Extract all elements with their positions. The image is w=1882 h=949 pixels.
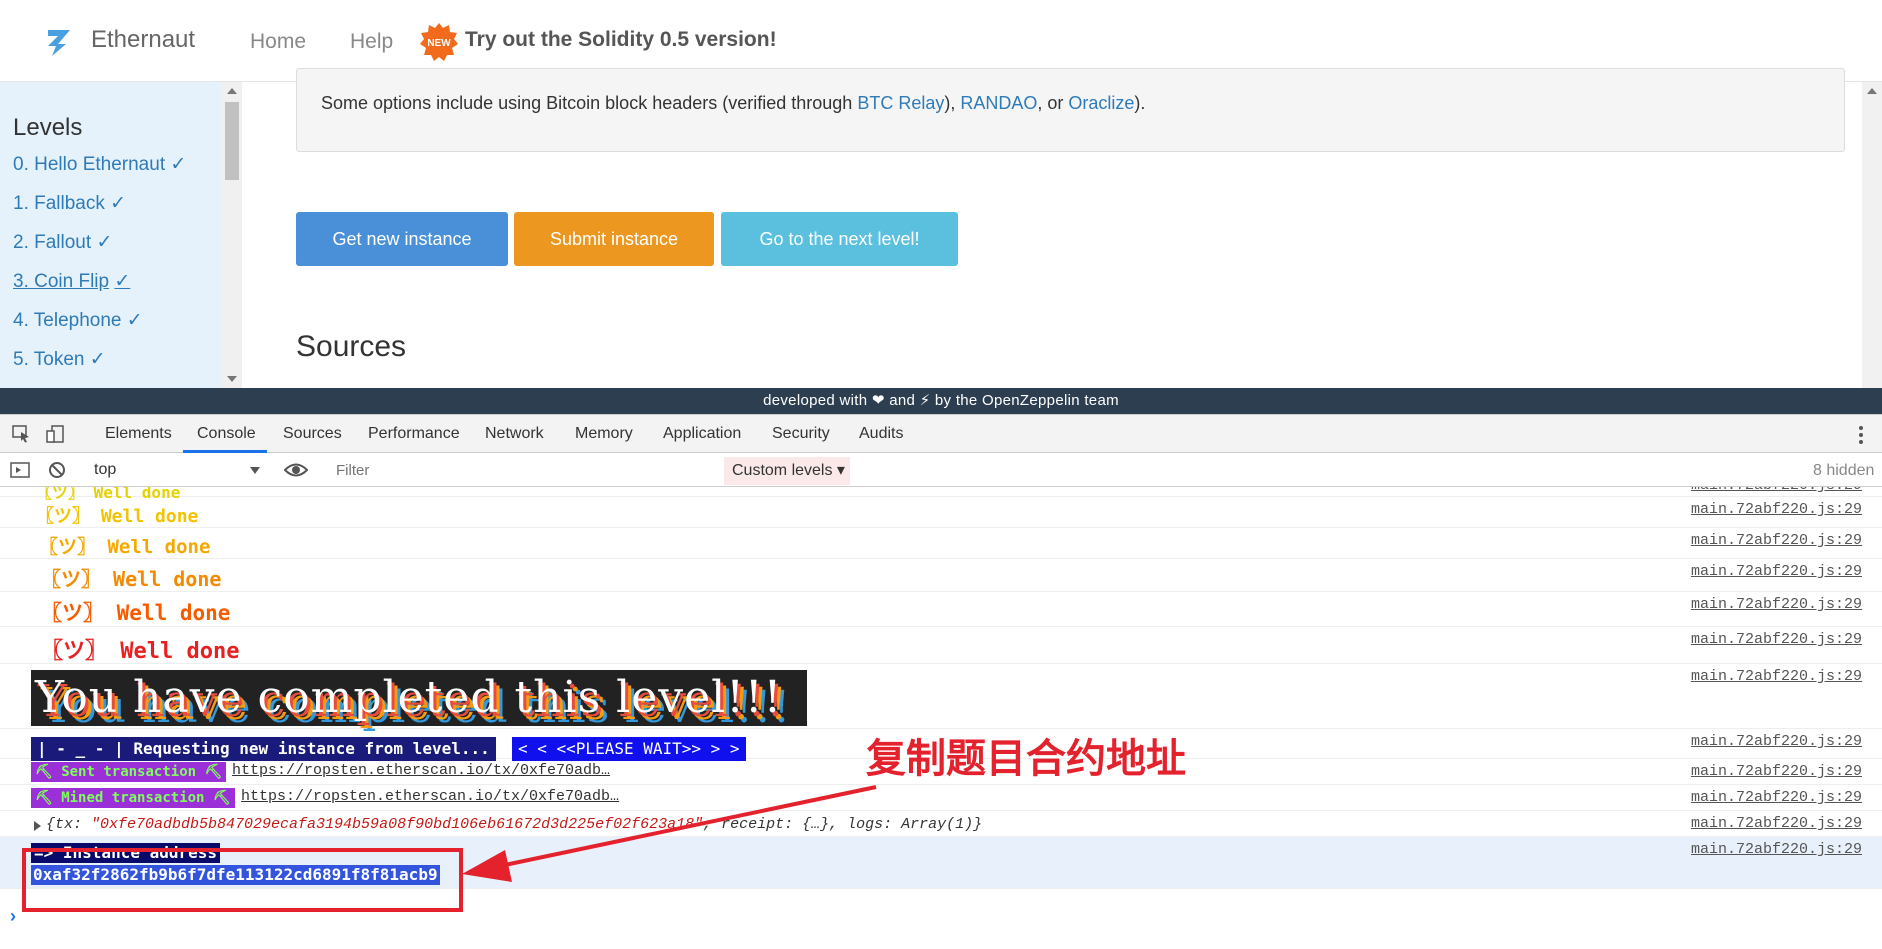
tab-memory[interactable]: Memory <box>575 425 633 443</box>
annotation-highlight-box <box>22 848 463 912</box>
tab-elements[interactable]: Elements <box>105 425 172 443</box>
new-badge-text: NEW <box>427 38 451 49</box>
sidebar-toggle-icon[interactable] <box>10 461 30 479</box>
inspect-element-icon[interactable] <box>12 425 32 443</box>
sources-heading: Sources <box>296 330 407 363</box>
zeppelin-logo-icon[interactable] <box>36 18 84 66</box>
level-item[interactable]: 4. Telephone ✓ <box>13 308 186 347</box>
next-level-button[interactable]: Go to the next level! <box>721 212 958 266</box>
tab-audits[interactable]: Audits <box>859 425 903 443</box>
level-item[interactable]: 1. Fallback ✓ <box>13 191 186 230</box>
scroll-up-arrow-icon[interactable] <box>227 88 237 94</box>
level-item-active[interactable]: 3. Coin Flip ✓ <box>13 269 186 308</box>
source-link[interactable]: main.72abf220.js:29 <box>1691 733 1862 750</box>
oraclize-link[interactable]: Oraclize <box>1068 93 1134 113</box>
scrollbar-thumb[interactable] <box>225 102 239 180</box>
lightning-icon: ⚡ <box>919 392 931 409</box>
footer-text: developed with <box>763 392 868 409</box>
footer-bar: developed with ❤ and ⚡ by the OpenZeppel… <box>0 388 1882 414</box>
new-badge-icon: NEW <box>420 23 458 61</box>
nav-help-link[interactable]: Help <box>350 30 393 54</box>
tx-result-object[interactable]: {tx: "0xfe70adbdb5b847029ecafa3194b59a08… <box>46 816 982 833</box>
levels-list: 0. Hello Ethernaut ✓ 1. Fallback ✓ 2. Fa… <box>13 152 186 386</box>
context-select[interactable]: top <box>86 457 266 483</box>
source-link[interactable]: main.72abf220.js:29 <box>1691 532 1862 549</box>
console-filter-input[interactable] <box>328 457 720 483</box>
source-link[interactable]: main.72abf220.js:29 <box>1691 631 1862 648</box>
btc-relay-link[interactable]: BTC Relay <box>857 93 944 113</box>
scroll-down-arrow-icon[interactable] <box>227 376 237 382</box>
sent-transaction-badge: ⛏ Sent transaction ⛏ <box>31 762 227 782</box>
console-row: 〖ツ〗 Well done main.72abf220.js:29 <box>0 592 1882 627</box>
more-options-icon[interactable] <box>1858 425 1864 445</box>
mined-tx-link[interactable]: https://ropsten.etherscan.io/tx/0xfe70ad… <box>241 788 619 805</box>
source-link[interactable]: main.72abf220.js:29 <box>1691 815 1862 832</box>
device-toolbar-icon[interactable] <box>46 425 66 443</box>
console-row: 〖ツ〗 Well done main.72abf220.js:29 <box>0 559 1882 592</box>
console-row: {tx: "0xfe70adbdb5b847029ecafa3194b59a08… <box>0 811 1882 837</box>
level-item[interactable]: 2. Fallout ✓ <box>13 230 186 269</box>
levels-sidebar: Levels 0. Hello Ethernaut ✓ 1. Fallback … <box>0 82 222 388</box>
eye-icon[interactable] <box>284 461 308 479</box>
console-row: 〖ツ〗 Well done main.72abf220.js:29 <box>0 627 1882 664</box>
well-done-message: 〖ツ〗 Well done <box>41 639 240 664</box>
annotation-text: 复制题目合约地址 <box>866 735 1186 782</box>
log-levels-dropdown[interactable]: Custom levels ▾ <box>724 457 850 485</box>
source-link[interactable]: main.72abf220.js:29 <box>1691 763 1862 780</box>
levels-title: Levels <box>13 114 83 141</box>
footer-text: by the OpenZeppelin team <box>934 392 1119 409</box>
requesting-instance-message: | - _ - | Requesting new instance from l… <box>31 737 496 761</box>
clear-console-icon[interactable] <box>47 461 67 479</box>
chevron-down-icon[interactable] <box>250 467 260 474</box>
scroll-up-arrow-icon[interactable] <box>1867 88 1877 94</box>
console-row: 〖ツ〗 Well done main.72abf220.js:29 <box>0 487 1882 502</box>
level-description-box: Some options include using Bitcoin block… <box>296 68 1845 152</box>
devtools-tabbar: Elements Console Sources Performance Net… <box>0 415 1882 453</box>
console-row: ⛏ Mined transaction ⛏ https://ropsten.et… <box>0 785 1882 811</box>
well-done-message: 〖ツ〗 Well done <box>41 601 231 625</box>
submit-instance-button[interactable]: Submit instance <box>514 212 714 266</box>
solidity-promo-link[interactable]: Try out the Solidity 0.5 version! <box>465 28 777 52</box>
source-link[interactable]: main.72abf220.js:29 <box>1691 789 1862 806</box>
tab-network[interactable]: Network <box>485 425 544 443</box>
console-row: 〖ツ〗 Well done main.72abf220.js:29 <box>0 497 1882 528</box>
console-row: 〖ツ〗 Well done main.72abf220.js:29 <box>0 528 1882 559</box>
console-row: You have completed this level!!! main.72… <box>0 664 1882 729</box>
sent-tx-link[interactable]: https://ropsten.etherscan.io/tx/0xfe70ad… <box>232 762 610 779</box>
level-completed-banner: You have completed this level!!! <box>31 670 807 726</box>
description-text: Some options include using Bitcoin block… <box>321 93 1146 113</box>
randao-link[interactable]: RANDAO <box>960 93 1037 113</box>
source-link[interactable]: main.72abf220.js:29 <box>1691 668 1862 685</box>
please-wait-message: < < <<PLEASE WAIT>> > > <box>512 737 746 761</box>
footer-text: and <box>889 392 916 409</box>
expand-triangle-icon[interactable] <box>34 821 41 831</box>
tab-console[interactable]: Console <box>197 425 256 443</box>
console-filterbar: top Custom levels ▾ 8 hidden <box>0 453 1882 487</box>
well-done-message: 〖ツ〗 Well done <box>36 506 199 527</box>
source-link[interactable]: main.72abf220.js:29 <box>1691 563 1862 580</box>
level-item[interactable]: 5. Token ✓ <box>13 347 186 386</box>
logo-text[interactable]: Ethernaut <box>91 26 195 54</box>
well-done-message: 〖ツ〗 Well done <box>41 567 222 591</box>
website-area: Ethernaut Home Help NEW Try out the Soli… <box>0 0 1882 388</box>
source-link[interactable]: main.72abf220.js:29 <box>1691 841 1862 858</box>
console-prompt-icon[interactable]: › <box>10 906 16 927</box>
source-link[interactable]: main.72abf220.js:29 <box>1691 501 1862 518</box>
page-scrollbar[interactable] <box>1862 82 1882 388</box>
mined-transaction-badge: ⛏ Mined transaction ⛏ <box>31 788 235 808</box>
tab-application[interactable]: Application <box>663 425 741 443</box>
source-link[interactable]: main.72abf220.js:29 <box>1691 487 1862 494</box>
tab-performance[interactable]: Performance <box>368 425 460 443</box>
well-done-message: 〖ツ〗 Well done <box>39 536 211 558</box>
tab-security[interactable]: Security <box>772 425 830 443</box>
nav-home-link[interactable]: Home <box>250 30 306 54</box>
hidden-messages-count: 8 hidden <box>1813 462 1875 479</box>
get-new-instance-button[interactable]: Get new instance <box>296 212 508 266</box>
heart-icon: ❤ <box>871 392 885 409</box>
tab-sources[interactable]: Sources <box>283 425 342 443</box>
source-link[interactable]: main.72abf220.js:29 <box>1691 596 1862 613</box>
sidebar-scrollbar[interactable] <box>222 82 242 388</box>
level-item[interactable]: 0. Hello Ethernaut ✓ <box>13 152 186 191</box>
